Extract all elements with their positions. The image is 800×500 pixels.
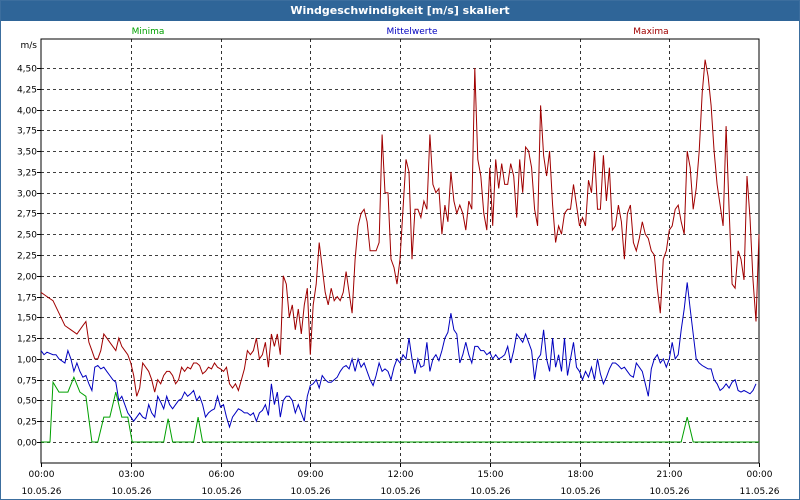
y-tick-label: 3,00 bbox=[17, 190, 37, 200]
y-tick-label: 2,50 bbox=[17, 231, 37, 241]
x-tick-date: 10.05.26 bbox=[380, 487, 420, 497]
x-tick-date: 10.05.26 bbox=[201, 487, 241, 497]
legend-minima: Minima bbox=[132, 27, 165, 37]
y-axis-label: m/s bbox=[21, 41, 38, 51]
x-tick-time: 00:00 bbox=[747, 470, 773, 480]
y-tick-label: 1,50 bbox=[17, 314, 37, 324]
y-tick-label: 0,00 bbox=[17, 439, 37, 449]
y-tick-label: 0,50 bbox=[17, 397, 37, 407]
y-tick-label: 1,25 bbox=[17, 335, 37, 345]
legend-mittelwerte: Mittelwerte bbox=[386, 27, 437, 37]
y-tick-label: 4,50 bbox=[17, 65, 37, 75]
y-tick-label: 4,25 bbox=[17, 86, 37, 96]
y-tick-label: 0,75 bbox=[17, 377, 37, 387]
y-tick-label: 2,25 bbox=[17, 252, 37, 262]
y-tick-label: 3,50 bbox=[17, 148, 37, 158]
x-tick-date: 10.05.26 bbox=[649, 487, 689, 497]
x-tick-time: 18:00 bbox=[568, 470, 594, 480]
y-tick-label: 2,00 bbox=[17, 273, 37, 283]
x-tick-date: 10.05.26 bbox=[21, 487, 61, 497]
x-tick-time: 21:00 bbox=[657, 470, 683, 480]
x-tick-date: 10.05.26 bbox=[470, 487, 510, 497]
x-tick-time: 12:00 bbox=[388, 470, 414, 480]
x-tick-time: 15:00 bbox=[478, 470, 504, 480]
x-tick-date: 10.05.26 bbox=[290, 487, 330, 497]
x-tick-date: 11.05.26 bbox=[739, 487, 779, 497]
x-tick-date: 10.05.26 bbox=[560, 487, 600, 497]
y-tick-label: 3,25 bbox=[17, 169, 37, 179]
y-tick-label: 1,00 bbox=[17, 356, 37, 366]
x-tick-time: 09:00 bbox=[298, 470, 324, 480]
x-tick-time: 06:00 bbox=[209, 470, 235, 480]
x-tick-time: 03:00 bbox=[119, 470, 145, 480]
x-tick-time: 00:00 bbox=[29, 470, 55, 480]
chart-plot: 0,00 0,25 0,50 0,75 1,00 1,25 1,50 1,75 2,00 2,25… bbox=[17, 27, 780, 497]
chart-window: Windgeschwindigkeit [m/s] skaliert 0,00 0… bbox=[0, 0, 800, 500]
y-tick-label: 3,75 bbox=[17, 127, 37, 137]
x-tick-date: 10.05.26 bbox=[111, 487, 151, 497]
y-tick-label: 1,75 bbox=[17, 294, 37, 304]
y-tick-label: 4,00 bbox=[17, 107, 37, 117]
y-tick-label: 0,25 bbox=[17, 418, 37, 428]
legend-maxima: Maxima bbox=[633, 27, 668, 37]
y-tick-label: 2,75 bbox=[17, 210, 37, 220]
